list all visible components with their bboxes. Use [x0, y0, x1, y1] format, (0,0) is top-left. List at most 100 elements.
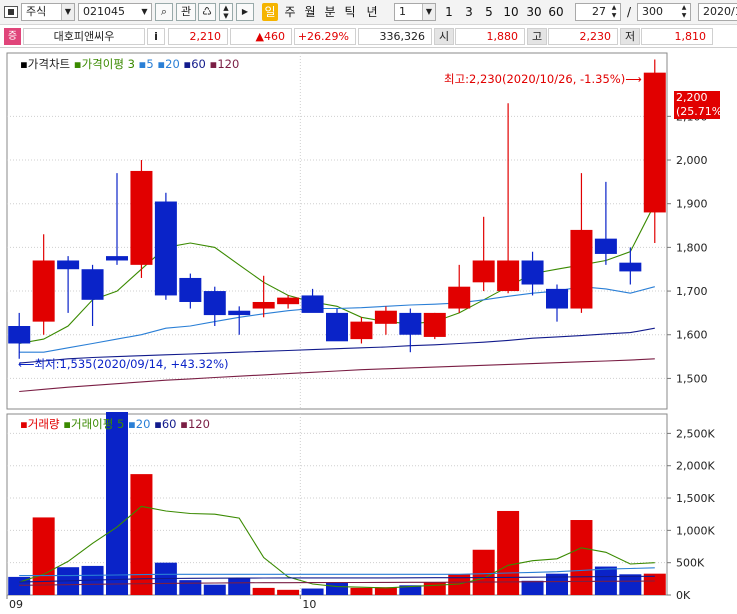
candle-body — [203, 291, 226, 316]
interval-select[interactable]: 1 ▼ — [394, 3, 436, 21]
candle-body — [399, 312, 422, 335]
volume-chart-panel[interactable]: 0K 500K 1,000K 1,500K 2,000K 2,500K 09 10 ▪거래량 … — [0, 407, 737, 611]
spinner-icon[interactable]: ▲ ▼ — [608, 4, 620, 20]
screen-menu-icon[interactable] — [4, 6, 18, 18]
current-price-tag-value: 2,200 — [676, 91, 708, 104]
stock-code-value: 021045 — [83, 5, 125, 18]
y-tick-label: 1,000K — [676, 524, 715, 537]
favorite-icon[interactable]: ♺ — [198, 3, 216, 21]
current-price-tag: 2,200 (25.71%) — [674, 91, 727, 119]
interval-select-value: 1 — [399, 5, 406, 18]
candle-body — [472, 260, 495, 283]
y-tick-label: 1,500 — [676, 372, 708, 385]
volume-bar — [350, 587, 373, 595]
y-tick-label: 1,900 — [676, 198, 708, 211]
legend-ma-dot: ▪ — [63, 417, 71, 431]
candle-body — [277, 297, 300, 305]
interval-30[interactable]: 30 — [525, 3, 543, 21]
volume-bar — [301, 588, 324, 595]
price-chart-panel[interactable]: 1,5001,6001,7001,8001,9002,0002,100 ▪가격차… — [0, 51, 737, 411]
price-change: ▲460 — [230, 28, 292, 45]
high-annotation: 최고:2,230(2020/10/26, -1.35%)⟶ — [444, 71, 642, 87]
candle-body — [448, 286, 471, 309]
interval-10[interactable]: 10 — [502, 3, 520, 21]
stock-badge: 증 — [4, 28, 21, 45]
y-tick-label: 0K — [676, 589, 691, 602]
candle-body — [252, 301, 275, 309]
legend-dot: ▪ — [20, 417, 28, 431]
legend-ma-dot: ▪ — [157, 57, 166, 71]
tab-minute[interactable]: 분 — [322, 3, 338, 21]
volume-bar — [228, 578, 251, 595]
market-select[interactable]: 주식 ▼ — [21, 3, 75, 21]
legend-ma-dot: ▪ — [180, 417, 188, 431]
tab-week[interactable]: 주 — [282, 3, 298, 21]
y-tick-label: 1,800 — [676, 241, 708, 254]
total-input[interactable]: 300 ▲ ▼ — [637, 3, 691, 21]
date-input[interactable]: 2020/1 — [698, 3, 737, 21]
volume-bar — [203, 584, 226, 595]
candle-body — [326, 312, 348, 342]
count-input[interactable]: 27 ▲ ▼ — [575, 3, 621, 21]
candle-body — [619, 262, 642, 272]
high-label: 고 — [527, 28, 547, 45]
low-annotation: ⟵최저:1,535(2020/09/14, +43.32%) — [18, 356, 229, 372]
stepper-icon[interactable]: ▲ ▼ — [219, 3, 233, 21]
legend-ma-dot: ▪ — [73, 57, 82, 71]
candle-body — [57, 260, 80, 270]
candle-body — [301, 295, 324, 313]
low-note-text: 최저:1,535(2020/09/14, +43.32%) — [34, 357, 229, 371]
candle-body — [594, 238, 617, 254]
interval-5[interactable]: 5 — [482, 3, 496, 21]
count-separator: / — [626, 5, 632, 19]
tab-year[interactable]: 년 — [364, 3, 380, 21]
stock-code-input[interactable]: 021045 ▼ — [78, 3, 152, 21]
x-tick-label: 09 — [9, 598, 23, 611]
volume-bar — [32, 517, 55, 595]
volume-bar — [326, 582, 348, 595]
interval-3[interactable]: 3 — [462, 3, 476, 21]
stock-name: 대호피앤씨우 — [23, 28, 145, 45]
volume-bar — [570, 520, 593, 595]
spinner-icon[interactable]: ▲ ▼ — [678, 4, 690, 20]
arrow-left-icon: ⟵ — [18, 357, 35, 371]
next-stock-icon[interactable]: ▶ — [236, 3, 254, 21]
volume-bar — [277, 589, 300, 595]
volume-legend-title: 거래량 — [27, 417, 60, 431]
market-select-value: 주식 — [26, 5, 47, 18]
y-tick-label: 500K — [676, 557, 705, 570]
legend-ma-dot: ▪ — [154, 417, 162, 431]
volume-bar — [619, 574, 642, 595]
related-button[interactable]: 관 — [176, 3, 196, 21]
price-ma-20: 20 — [165, 57, 180, 71]
candle-body — [179, 277, 202, 302]
volume-bar — [179, 580, 202, 595]
volume-ma-60: 60 — [161, 417, 177, 431]
tab-month[interactable]: 월 — [302, 3, 318, 21]
volume-bar — [521, 580, 544, 595]
candle-body — [130, 170, 153, 265]
count-value: 27 — [592, 5, 606, 18]
price-legend: ▪가격차트 ▪가격이평 3 ▪5 ▪20 ▪60 ▪120 — [20, 56, 239, 72]
interval-1[interactable]: 1 — [442, 3, 456, 21]
volume-ma-label: 거래이평 — [71, 417, 114, 431]
price-change-pct: +26.29% — [294, 28, 356, 45]
search-icon[interactable]: ⌕ — [155, 3, 173, 21]
volume-bar — [106, 407, 128, 595]
high-note-text: 최고:2,230(2020/10/26, -1.35%) — [444, 72, 626, 86]
tab-day[interactable]: 일 — [262, 3, 278, 21]
info-icon[interactable]: i — [147, 28, 165, 45]
interval-60[interactable]: 60 — [547, 3, 565, 21]
high-price: 2,230 — [548, 28, 618, 45]
arrow-right-icon: ⟶ — [625, 72, 642, 86]
tab-tick[interactable]: 틱 — [342, 3, 358, 21]
volume-bar — [252, 587, 275, 595]
total-value: 300 — [642, 5, 663, 18]
candle-body — [643, 72, 666, 213]
low-price: 1,810 — [641, 28, 713, 45]
chevron-down-icon: ▼ — [61, 4, 74, 20]
current-price-tag-pct: (25.71%) — [676, 105, 727, 118]
price-ma-5: 5 — [146, 57, 154, 71]
open-label: 시 — [434, 28, 454, 45]
volume-chart[interactable]: 0K 500K 1,000K 1,500K 2,000K 2,500K 09 10 — [0, 407, 737, 611]
